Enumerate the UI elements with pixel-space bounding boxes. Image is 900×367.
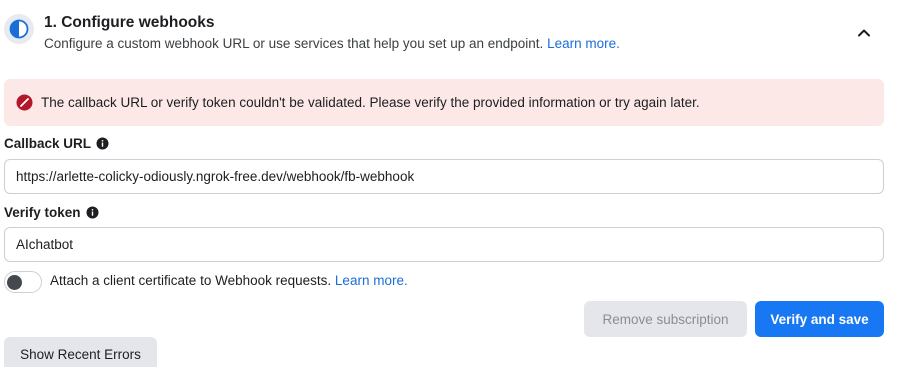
error-circle-icon bbox=[16, 94, 33, 111]
verify-token-input[interactable] bbox=[4, 227, 884, 262]
client-certificate-label: Attach a client certificate to Webhook r… bbox=[50, 273, 408, 288]
info-icon[interactable] bbox=[96, 137, 109, 150]
error-message: The callback URL or verify token couldn'… bbox=[41, 95, 700, 110]
error-banner: The callback URL or verify token couldn'… bbox=[4, 79, 884, 126]
step-description-text: Configure a custom webhook URL or use se… bbox=[44, 36, 544, 51]
remove-subscription-button[interactable]: Remove subscription bbox=[584, 301, 747, 337]
verify-and-save-button[interactable]: Verify and save bbox=[755, 301, 884, 337]
callback-url-label: Callback URL bbox=[4, 136, 109, 151]
verify-token-label: Verify token bbox=[4, 205, 99, 220]
learn-more-link[interactable]: Learn more. bbox=[547, 36, 620, 51]
collapse-button[interactable] bbox=[852, 22, 876, 44]
info-icon[interactable] bbox=[86, 206, 99, 219]
half-circle-progress-icon bbox=[4, 14, 34, 44]
callback-url-label-text: Callback URL bbox=[4, 136, 92, 151]
toggle-knob bbox=[7, 275, 22, 290]
client-certificate-text: Attach a client certificate to Webhook r… bbox=[50, 273, 332, 288]
chevron-up-icon bbox=[858, 29, 870, 37]
callback-url-input[interactable] bbox=[4, 159, 884, 194]
show-recent-errors-button[interactable]: Show Recent Errors bbox=[4, 337, 157, 367]
client-certificate-toggle[interactable] bbox=[4, 271, 42, 293]
configure-webhooks-header: 1. Configure webhooks Configure a custom… bbox=[0, 0, 900, 64]
step-description: Configure a custom webhook URL or use se… bbox=[44, 36, 620, 51]
verify-token-label-text: Verify token bbox=[4, 205, 81, 220]
client-certificate-learn-more-link[interactable]: Learn more. bbox=[335, 273, 408, 288]
step-title: 1. Configure webhooks bbox=[44, 14, 215, 31]
